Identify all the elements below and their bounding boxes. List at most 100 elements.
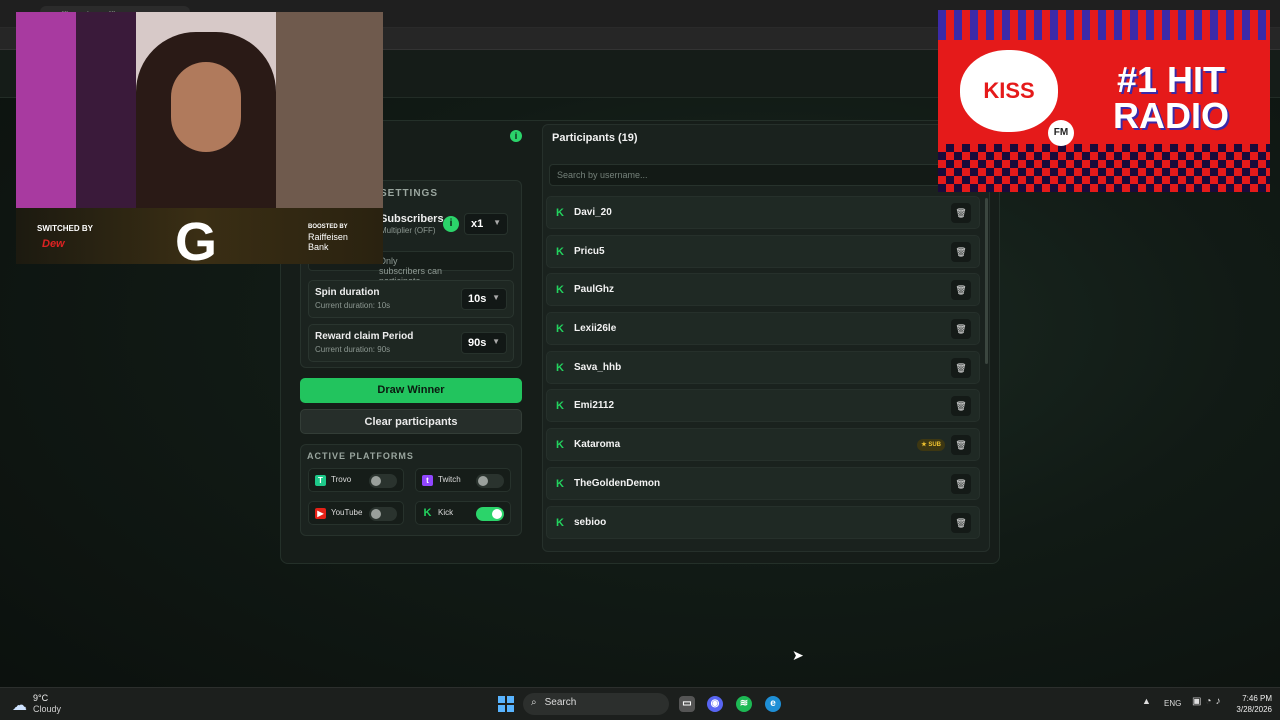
platform-name: Trovo [331, 475, 352, 484]
reward-period-sublabel: Current duration: 90s [315, 345, 391, 354]
youtube-toggle[interactable] [369, 507, 397, 521]
trash-icon[interactable]: 🗑 [951, 512, 971, 533]
trash-icon[interactable]: 🗑 [951, 241, 971, 262]
taskbar-search[interactable]: ⌕ Search [523, 693, 669, 715]
cloud-icon: ☁ [12, 697, 27, 714]
kick-icon: K [556, 439, 564, 452]
trash-icon[interactable]: 🗑 [951, 319, 971, 340]
platform-twitch: t Twitch [415, 468, 511, 492]
settings-title: SETTINGS [380, 188, 439, 199]
file-explorer-icon[interactable]: ▭ [679, 696, 695, 712]
info-icon[interactable]: i [510, 130, 522, 142]
participant-row: K Sava_hhb 🗑 [546, 350, 980, 384]
participants-title: Participants (19) [552, 132, 638, 144]
tray-system-icons[interactable]: ▣◔♪ [1192, 696, 1225, 707]
kick-icon: K [423, 507, 432, 519]
spin-duration-label: Spin duration [315, 287, 380, 298]
ad-pixel-pattern [938, 10, 1270, 40]
spin-duration-value: 10s [468, 293, 487, 305]
clock[interactable]: 7:46 PM 3/28/2026 [1228, 693, 1272, 715]
language-indicator[interactable]: ENG [1164, 699, 1181, 708]
participant-name: Emi2112 [574, 400, 615, 412]
fm-badge: FM [1048, 120, 1074, 146]
trash-icon[interactable]: 🗑 [951, 396, 971, 417]
weather-condition[interactable]: Cloudy [33, 704, 61, 714]
participant-name: Sava_hhb [574, 361, 622, 373]
kick-icon: K [556, 477, 564, 490]
participants-list: K Davi_20 🗑 K Pricu5 🗑 K PaulGhz 🗑 K Lexii26le 🗑 K Sa… [546, 196, 980, 544]
multiplier-value: x1 [471, 218, 484, 230]
participant-name: PaulGhz [574, 284, 615, 296]
platform-trovo: T Trovo [308, 468, 404, 492]
participant-name: Lexii26le [574, 323, 617, 335]
participant-name: sebioo [574, 516, 607, 528]
chevron-down-icon: ▼ [493, 218, 501, 227]
kick-icon: K [556, 284, 564, 297]
reward-period-card: Reward claim Period Current duration: 90… [308, 324, 514, 362]
discord-icon[interactable]: ◉ [707, 696, 723, 712]
sponsor-logo: Dew [42, 238, 65, 250]
chevron-down-icon: ▼ [492, 337, 500, 346]
kick-toggle[interactable] [476, 507, 504, 521]
subscribers-label: Subscribers [380, 213, 444, 225]
subscribers-sublabel: Multiplier (OFF) [380, 226, 436, 235]
platform-name: YouTube [331, 508, 363, 517]
spin-duration-card: Spin duration Current duration: 10s 10s … [308, 280, 514, 318]
kick-icon: K [556, 361, 564, 374]
clock-time: 7:46 PM [1242, 694, 1272, 703]
ad-pixel-pattern-bottom [938, 144, 1270, 192]
trovo-icon: T [315, 475, 326, 486]
participants-scrollbar[interactable] [985, 198, 988, 364]
kick-icon: K [556, 516, 564, 529]
switched-by-label: SWITCHED BY [37, 224, 93, 233]
channel-logo: G [174, 212, 217, 264]
participant-row: K Emi2112 🗑 [546, 389, 980, 423]
participant-row: K Davi_20 🗑 [546, 196, 980, 229]
taskbar-search-label: Search [544, 697, 577, 708]
edge-icon[interactable]: e [765, 696, 781, 712]
mouse-cursor-icon: ➤ [792, 647, 804, 663]
youtube-icon: ▶ [315, 508, 326, 519]
trovo-toggle[interactable] [369, 474, 397, 488]
reward-period-select[interactable]: 90s ▼ [461, 332, 507, 354]
kick-icon: K [556, 245, 564, 258]
subscribers-info-icon[interactable]: i [443, 216, 459, 232]
participant-row: K PaulGhz 🗑 [546, 273, 980, 307]
trash-icon[interactable]: 🗑 [951, 357, 971, 378]
participant-row: K Kataroma ★ SUB 🗑 [546, 428, 980, 462]
clear-participants-button[interactable]: Clear participants [300, 409, 522, 434]
weather-temp[interactable]: 9°C [33, 693, 48, 703]
twitch-toggle[interactable] [476, 474, 504, 488]
spin-duration-sublabel: Current duration: 10s [315, 301, 391, 310]
spotify-icon[interactable]: ≋ [736, 696, 752, 712]
bank-logo: Raiffeisen Bank [308, 232, 348, 252]
tray-expand-icon[interactable]: ▲ [1142, 696, 1151, 706]
search-input[interactable] [549, 164, 989, 186]
bank-name-line2: Bank [308, 242, 329, 252]
platform-name: Twitch [438, 475, 461, 484]
kick-icon: K [556, 400, 564, 413]
boosted-by-label: BOOSTED BY [308, 224, 348, 230]
participant-row: K Lexii26le 🗑 [546, 312, 980, 346]
participant-name: Pricu5 [574, 245, 605, 257]
trash-icon[interactable]: 🗑 [951, 435, 971, 456]
clock-date: 3/28/2026 [1236, 705, 1272, 714]
radio-ad: KISS FM #1 HIT RADIO [938, 10, 1270, 192]
streamer-face [171, 62, 241, 152]
windows-start-icon[interactable] [498, 696, 514, 712]
twitch-icon: t [422, 475, 433, 486]
chevron-down-icon: ▼ [492, 293, 500, 302]
trash-icon[interactable]: 🗑 [951, 280, 971, 301]
participant-row: K TheGoldenDemon 🗑 [546, 466, 980, 500]
search-icon: ⌕ [531, 697, 537, 708]
multiplier-select[interactable]: x1 ▼ [464, 213, 508, 235]
participant-name: TheGoldenDemon [574, 477, 661, 489]
platform-name: Kick [438, 508, 454, 517]
participant-name: Kataroma [574, 439, 621, 451]
kick-icon: K [556, 323, 564, 336]
trash-icon[interactable]: 🗑 [951, 473, 971, 494]
draw-winner-button[interactable]: Draw Winner [300, 378, 522, 403]
trash-icon[interactable]: 🗑 [951, 203, 971, 223]
spin-duration-select[interactable]: 10s ▼ [461, 288, 507, 310]
reward-period-label: Reward claim Period [315, 331, 414, 342]
